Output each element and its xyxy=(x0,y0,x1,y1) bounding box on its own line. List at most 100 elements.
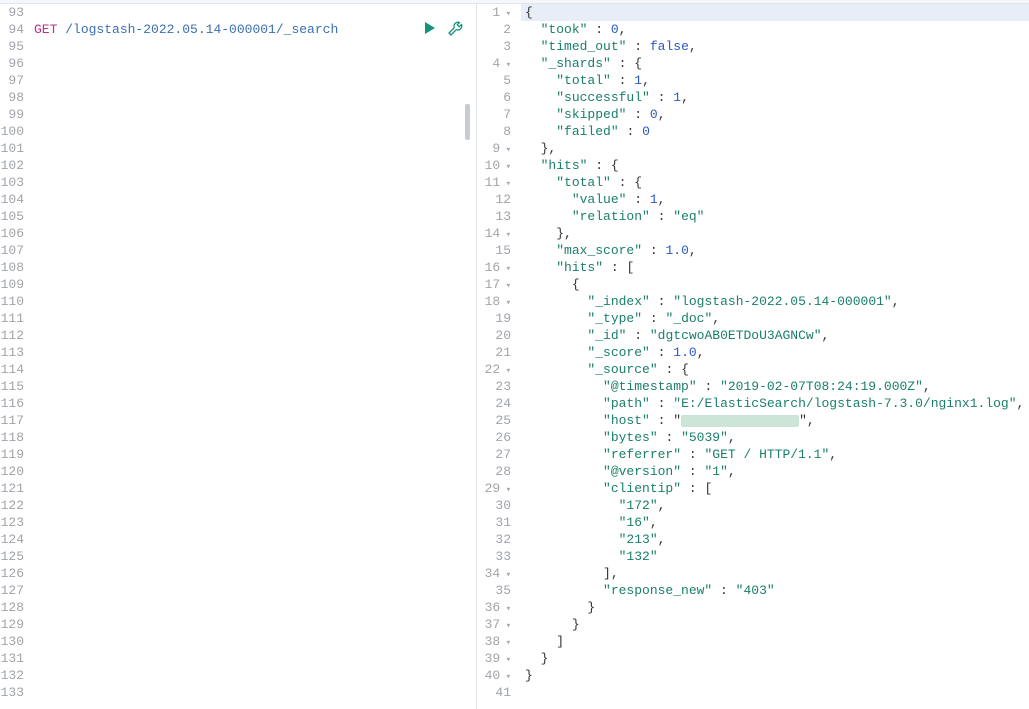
fold-icon[interactable]: ▾ xyxy=(500,366,511,376)
code-line[interactable] xyxy=(30,565,476,582)
code-line[interactable]: "total" : { xyxy=(521,174,1029,191)
code-line[interactable] xyxy=(30,650,476,667)
code-line[interactable]: "referrer" : "GET / HTTP/1.1", xyxy=(521,446,1029,463)
code-line[interactable]: "successful" : 1, xyxy=(521,89,1029,106)
code-line[interactable] xyxy=(30,633,476,650)
code-line[interactable]: { xyxy=(521,4,1029,21)
run-icon[interactable] xyxy=(422,20,438,36)
code-line[interactable]: "@timestamp" : "2019-02-07T08:24:19.000Z… xyxy=(521,378,1029,395)
code-line[interactable] xyxy=(30,106,476,123)
fold-icon[interactable]: ▾ xyxy=(500,230,511,240)
code-line[interactable] xyxy=(30,4,476,21)
code-line[interactable]: "_source" : { xyxy=(521,361,1029,378)
fold-icon[interactable]: ▾ xyxy=(500,485,511,495)
fold-icon[interactable]: ▾ xyxy=(500,179,511,189)
code-line[interactable]: "213", xyxy=(521,531,1029,548)
code-line[interactable]: } xyxy=(521,599,1029,616)
code-line[interactable] xyxy=(30,38,476,55)
code-line[interactable] xyxy=(30,310,476,327)
code-line[interactable] xyxy=(30,412,476,429)
code-line[interactable] xyxy=(30,55,476,72)
code-line[interactable] xyxy=(30,395,476,412)
fold-icon[interactable]: ▾ xyxy=(500,672,511,682)
code-line[interactable]: "bytes" : "5039", xyxy=(521,429,1029,446)
code-line[interactable] xyxy=(30,123,476,140)
fold-icon[interactable]: ▾ xyxy=(500,9,511,19)
code-line[interactable]: "132" xyxy=(521,548,1029,565)
code-line[interactable]: GET /logstash-2022.05.14-000001/_search xyxy=(30,21,476,38)
fold-icon[interactable]: ▾ xyxy=(500,621,511,631)
code-line[interactable] xyxy=(30,174,476,191)
code-line[interactable]: "relation" : "eq" xyxy=(521,208,1029,225)
fold-icon[interactable]: ▾ xyxy=(500,298,511,308)
code-line[interactable] xyxy=(521,684,1029,701)
code-line[interactable]: "@version" : "1", xyxy=(521,463,1029,480)
fold-icon[interactable]: ▾ xyxy=(500,604,511,614)
code-line[interactable]: "_id" : "dgtcwoAB0ETDoU3AGNCw", xyxy=(521,327,1029,344)
code-line[interactable]: }, xyxy=(521,225,1029,242)
code-line[interactable]: "took" : 0, xyxy=(521,21,1029,38)
code-line[interactable] xyxy=(30,157,476,174)
code-line[interactable]: "max_score" : 1.0, xyxy=(521,242,1029,259)
code-line[interactable]: "response_new" : "403" xyxy=(521,582,1029,599)
code-line[interactable]: "_shards" : { xyxy=(521,55,1029,72)
code-line[interactable] xyxy=(30,514,476,531)
code-line[interactable]: } xyxy=(521,650,1029,667)
code-line[interactable] xyxy=(30,259,476,276)
code-line[interactable] xyxy=(30,89,476,106)
code-line[interactable] xyxy=(30,242,476,259)
code-line[interactable] xyxy=(30,327,476,344)
code-line[interactable] xyxy=(30,582,476,599)
code-line[interactable]: }, xyxy=(521,140,1029,157)
code-line[interactable] xyxy=(30,548,476,565)
fold-icon[interactable]: ▾ xyxy=(500,162,511,172)
code-line[interactable] xyxy=(30,599,476,616)
fold-icon[interactable]: ▾ xyxy=(500,281,511,291)
code-line[interactable] xyxy=(30,378,476,395)
code-line[interactable] xyxy=(30,293,476,310)
fold-icon[interactable]: ▾ xyxy=(500,655,511,665)
code-line[interactable] xyxy=(30,480,476,497)
code-line[interactable]: "hits" : [ xyxy=(521,259,1029,276)
code-line[interactable]: "clientip" : [ xyxy=(521,480,1029,497)
code-line[interactable]: "_score" : 1.0, xyxy=(521,344,1029,361)
code-line[interactable]: "timed_out" : false, xyxy=(521,38,1029,55)
code-line[interactable] xyxy=(30,616,476,633)
code-line[interactable] xyxy=(30,191,476,208)
code-line[interactable]: { xyxy=(521,276,1029,293)
fold-icon[interactable]: ▾ xyxy=(500,60,511,70)
code-line[interactable] xyxy=(30,429,476,446)
fold-icon[interactable]: ▾ xyxy=(500,264,511,274)
code-line[interactable]: "172", xyxy=(521,497,1029,514)
code-line[interactable] xyxy=(30,225,476,242)
code-line[interactable] xyxy=(30,497,476,514)
code-line[interactable] xyxy=(30,344,476,361)
code-line[interactable] xyxy=(30,667,476,684)
code-line[interactable]: "16", xyxy=(521,514,1029,531)
code-line[interactable] xyxy=(30,276,476,293)
request-code[interactable]: GET /logstash-2022.05.14-000001/_search xyxy=(30,4,476,701)
code-line[interactable]: } xyxy=(521,616,1029,633)
code-line[interactable]: "path" : "E:/ElasticSearch/logstash-7.3.… xyxy=(521,395,1029,412)
code-line[interactable] xyxy=(30,531,476,548)
code-line[interactable]: "hits" : { xyxy=(521,157,1029,174)
fold-icon[interactable]: ▾ xyxy=(500,570,511,580)
code-line[interactable]: "_index" : "logstash-2022.05.14-000001", xyxy=(521,293,1029,310)
code-line[interactable]: ] xyxy=(521,633,1029,650)
code-line[interactable]: ], xyxy=(521,565,1029,582)
code-line[interactable]: "host" : "", xyxy=(521,412,1029,429)
fold-icon[interactable]: ▾ xyxy=(500,638,511,648)
code-line[interactable]: "_type" : "_doc", xyxy=(521,310,1029,327)
code-line[interactable]: "skipped" : 0, xyxy=(521,106,1029,123)
code-line[interactable]: "total" : 1, xyxy=(521,72,1029,89)
code-line[interactable]: "value" : 1, xyxy=(521,191,1029,208)
code-line[interactable] xyxy=(30,72,476,89)
fold-icon[interactable]: ▾ xyxy=(500,145,511,155)
wrench-icon[interactable] xyxy=(448,20,464,36)
code-line[interactable] xyxy=(30,140,476,157)
code-line[interactable]: } xyxy=(521,667,1029,684)
code-line[interactable] xyxy=(30,446,476,463)
code-line[interactable]: "failed" : 0 xyxy=(521,123,1029,140)
scrollbar-marker[interactable] xyxy=(465,104,470,140)
code-line[interactable] xyxy=(30,208,476,225)
